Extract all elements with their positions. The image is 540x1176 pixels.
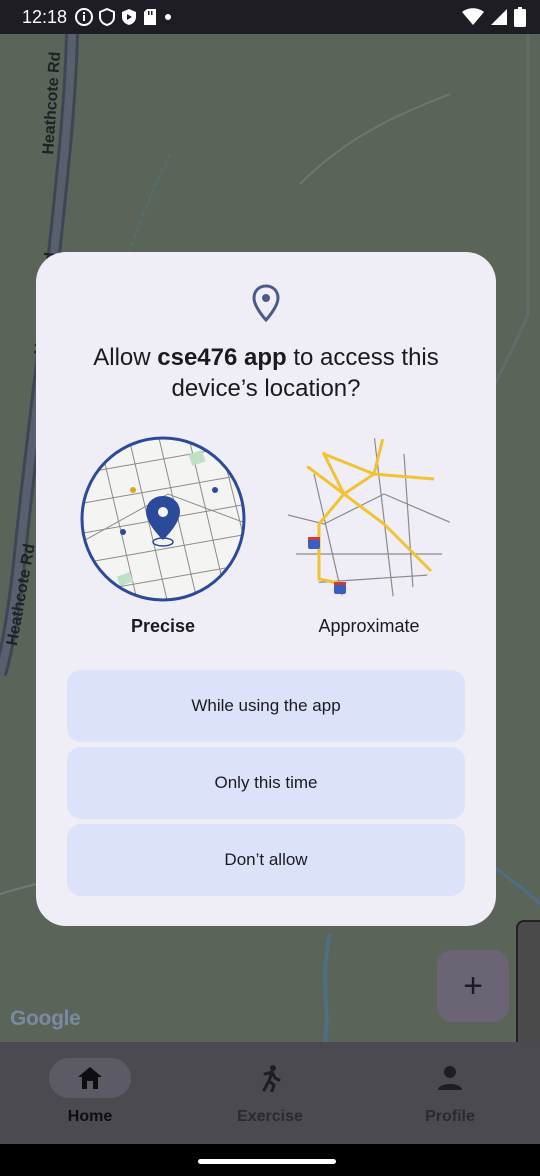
nav-item-home[interactable]: Home (0, 1042, 180, 1144)
google-logo: Google (10, 1007, 81, 1030)
gesture-handle[interactable] (198, 1159, 336, 1164)
precise-map-icon (80, 436, 246, 602)
person-icon (438, 1066, 462, 1090)
approximate-map-icon (288, 438, 450, 600)
approximate-label: Approximate (318, 616, 420, 636)
nav-label-profile: Profile (425, 1108, 475, 1125)
precise-option[interactable]: Precise (78, 434, 248, 636)
while-using-app-button[interactable]: While using the app (67, 670, 465, 742)
nav-item-profile[interactable]: Profile (360, 1042, 540, 1144)
dont-allow-button[interactable]: Don’t allow (67, 824, 465, 896)
signal-icon (491, 9, 507, 25)
wifi-icon (462, 8, 484, 25)
status-time: 12:18 (22, 6, 68, 27)
home-icon (78, 1067, 102, 1089)
approximate-option[interactable]: Approximate (284, 434, 454, 636)
add-fab-button[interactable]: + (437, 950, 509, 1022)
nav-label-exercise: Exercise (237, 1108, 303, 1125)
location-permission-dialog: Allow cse476 app to access this device’s… (36, 252, 496, 926)
only-this-time-button[interactable]: Only this time (67, 747, 465, 819)
location-pin-icon (252, 284, 280, 322)
sd-card-icon (144, 9, 157, 25)
nav-item-exercise[interactable]: Exercise (180, 1042, 360, 1144)
info-icon (75, 8, 94, 26)
battery-icon (514, 7, 526, 27)
run-icon (262, 1065, 281, 1092)
bottom-nav: Home Exercise Profile (0, 1042, 540, 1144)
app-name: cse476 app (157, 344, 287, 371)
dialog-title: Allow cse476 app to access this device’s… (56, 342, 476, 404)
shield-icon (99, 8, 116, 26)
nav-label-home: Home (67, 1108, 113, 1125)
title-prefix: Allow (93, 344, 158, 371)
play-protect-icon (122, 9, 137, 25)
dot-icon (165, 14, 172, 20)
status-bar: 12:18 (0, 0, 540, 34)
precise-label: Precise (130, 616, 196, 636)
plus-icon: + (463, 966, 483, 1005)
